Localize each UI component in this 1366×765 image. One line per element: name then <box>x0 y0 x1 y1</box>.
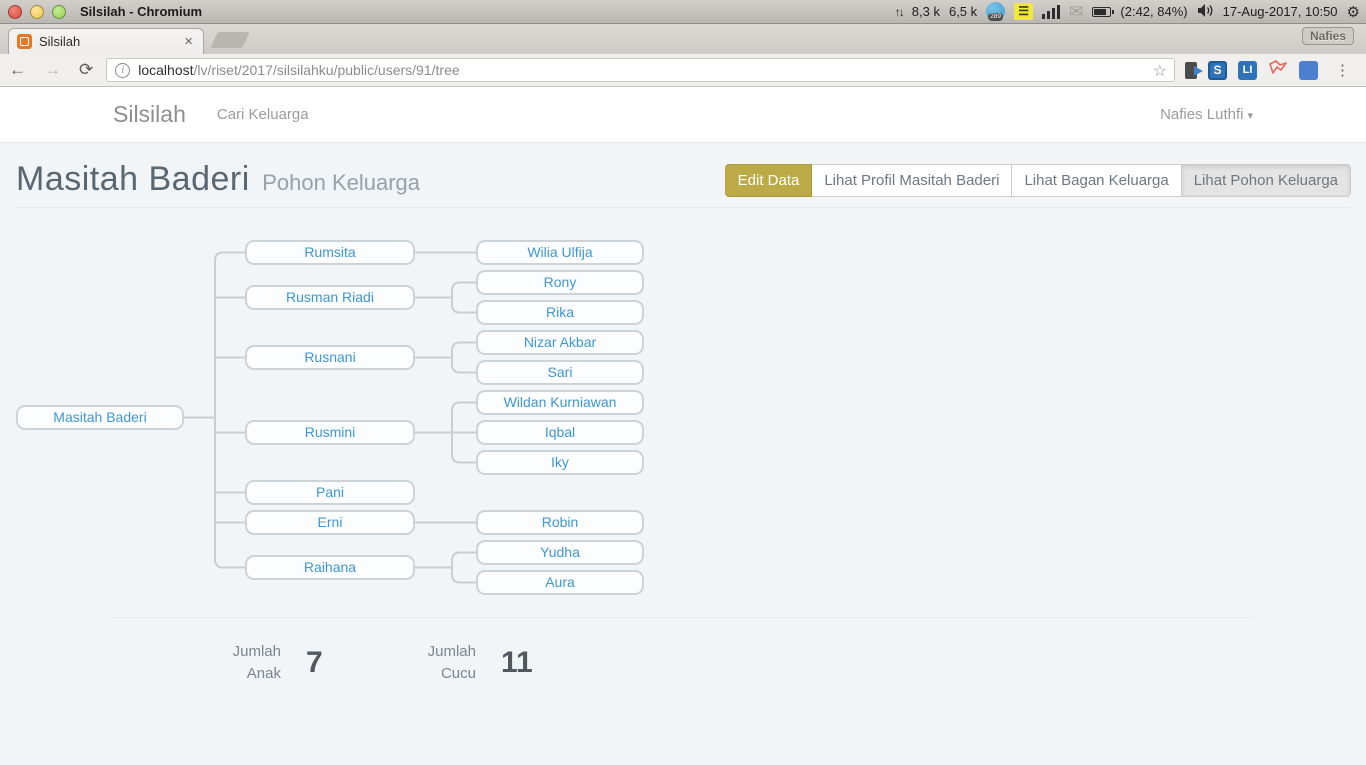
battery-icon[interactable] <box>1092 7 1111 17</box>
tree-node-child[interactable]: Rusman Riadi <box>245 285 415 310</box>
tree-node-child[interactable]: Pani <box>245 480 415 505</box>
new-tab-button[interactable] <box>210 32 249 48</box>
ext-blue-icon[interactable] <box>1299 61 1318 80</box>
network-up-rate: 8,3 k <box>912 4 940 19</box>
session-badge: Nafies <box>1302 27 1354 45</box>
user-dropdown[interactable]: Nafies Luthfi▾ <box>1160 106 1253 123</box>
tree-node-child[interactable]: Rumsita <box>245 240 415 265</box>
tree-node-grandchild[interactable]: Sari <box>476 360 644 385</box>
page-title: Masitah Baderi <box>16 160 250 198</box>
extension-icons: S LI ⋮ <box>1185 59 1366 82</box>
tree-node-grandchild[interactable]: Rony <box>476 270 644 295</box>
clock[interactable]: 17-Aug-2017, 10:50 <box>1223 4 1338 19</box>
family-tree: Masitah Baderi Rumsita Rusman Riadi Rusn… <box>0 230 1366 610</box>
stats-divider <box>113 617 1253 618</box>
ext-s-icon[interactable]: S <box>1208 61 1227 80</box>
window-close-button[interactable] <box>8 5 22 19</box>
tree-node-grandchild[interactable]: Rika <box>476 300 644 325</box>
tree-connectors <box>0 230 1366 610</box>
url-bar[interactable]: i localhost /lv/riset/2017/silsilahku/pu… <box>106 58 1175 82</box>
header-divider <box>16 207 1350 208</box>
network-down-rate: 6,5 k <box>949 4 977 19</box>
bookmark-star-icon[interactable]: ☆ <box>1153 61 1167 81</box>
tree-node-root[interactable]: Masitah Baderi <box>16 405 184 430</box>
ext-li-icon[interactable]: LI <box>1238 61 1257 80</box>
ext-laravel-icon[interactable] <box>1268 59 1288 82</box>
url-host: localhost <box>138 62 193 78</box>
tree-node-child[interactable]: Raihana <box>245 555 415 580</box>
tree-node-grandchild[interactable]: Robin <box>476 510 644 535</box>
reload-button[interactable]: ⟳ <box>70 60 102 80</box>
lihat-bagan-button[interactable]: Lihat Bagan Keluarga <box>1012 164 1181 197</box>
volume-icon[interactable] <box>1197 3 1214 21</box>
tree-node-grandchild[interactable]: Yudha <box>476 540 644 565</box>
forward-button[interactable]: → <box>35 60 70 80</box>
browser-menu-icon[interactable]: ⋮ <box>1329 61 1356 79</box>
mail-icon[interactable]: ✉ <box>1069 3 1083 20</box>
tree-node-grandchild[interactable]: Nizar Akbar <box>476 330 644 355</box>
tree-node-child[interactable]: Rusnani <box>245 345 415 370</box>
system-tray: ↑↓ 8,3 k 6,5 k 289 ☰ ✉ (2:42, 84%) 17-Au… <box>895 2 1366 21</box>
network-traffic-icon[interactable]: ↑↓ <box>895 5 903 19</box>
tab-close-icon[interactable]: × <box>182 34 195 49</box>
page-subtitle: Pohon Keluarga <box>262 170 420 195</box>
tab-favicon-icon <box>17 34 32 49</box>
signal-strength-icon[interactable] <box>1042 5 1060 19</box>
settings-gear-icon[interactable]: ⚙ <box>1347 3 1360 21</box>
edit-data-button[interactable]: Edit Data <box>725 164 813 197</box>
main-content: Masitah Baderi Pohon Keluarga Edit Data … <box>0 143 1366 765</box>
window-title: Silsilah - Chromium <box>80 4 202 19</box>
window-controls <box>8 5 66 19</box>
page-header: Masitah Baderi Pohon Keluarga <box>16 160 420 199</box>
system-panel: Silsilah - Chromium ↑↓ 8,3 k 6,5 k 289 ☰… <box>0 0 1366 24</box>
tree-node-child[interactable]: Erni <box>245 510 415 535</box>
url-path: /lv/riset/2017/silsilahku/public/users/9… <box>194 62 460 78</box>
screen: Silsilah - Chromium ↑↓ 8,3 k 6,5 k 289 ☰… <box>0 0 1366 765</box>
chat-badge: 289 <box>988 13 1003 21</box>
window-maximize-button[interactable] <box>52 5 66 19</box>
page-info-icon[interactable]: i <box>115 63 130 78</box>
caret-down-icon: ▾ <box>1247 110 1253 122</box>
tab-title: Silsilah <box>39 34 182 49</box>
back-button[interactable]: ← <box>0 60 35 80</box>
tab-strip: Silsilah × Nafies <box>0 24 1366 54</box>
tree-node-grandchild[interactable]: Wilia Ulfija <box>476 240 644 265</box>
lihat-profil-button[interactable]: Lihat Profil Masitah Baderi <box>812 164 1012 197</box>
tree-node-grandchild[interactable]: Wildan Kurniawan <box>476 390 644 415</box>
ext-phone-share-icon[interactable] <box>1185 62 1197 79</box>
stat-label-anak: JumlahAnak <box>113 641 281 685</box>
browser-tab[interactable]: Silsilah × <box>8 28 204 54</box>
brand-link[interactable]: Silsilah <box>113 101 186 128</box>
tree-node-grandchild[interactable]: Iqbal <box>476 420 644 445</box>
view-actions: Edit Data Lihat Profil Masitah Baderi Li… <box>725 164 1351 197</box>
stat-value-cucu: 11 <box>501 646 533 680</box>
window-minimize-button[interactable] <box>30 5 44 19</box>
lihat-pohon-button[interactable]: Lihat Pohon Keluarga <box>1182 164 1351 197</box>
nav-link-cari-keluarga[interactable]: Cari Keluarga <box>217 106 309 123</box>
tree-node-child[interactable]: Rusmini <box>245 420 415 445</box>
app-navbar: Silsilah Cari Keluarga Nafies Luthfi▾ <box>0 87 1366 143</box>
browser-toolbar: ← → ⟳ i localhost /lv/riset/2017/silsila… <box>0 54 1366 87</box>
stat-label-cucu: JumlahCucu <box>308 641 476 685</box>
chat-indicator-icon[interactable]: 289 <box>986 2 1005 21</box>
battery-status: (2:42, 84%) <box>1120 4 1187 19</box>
tree-node-grandchild[interactable]: Aura <box>476 570 644 595</box>
notes-indicator-icon[interactable]: ☰ <box>1014 3 1033 20</box>
tree-node-grandchild[interactable]: Iky <box>476 450 644 475</box>
